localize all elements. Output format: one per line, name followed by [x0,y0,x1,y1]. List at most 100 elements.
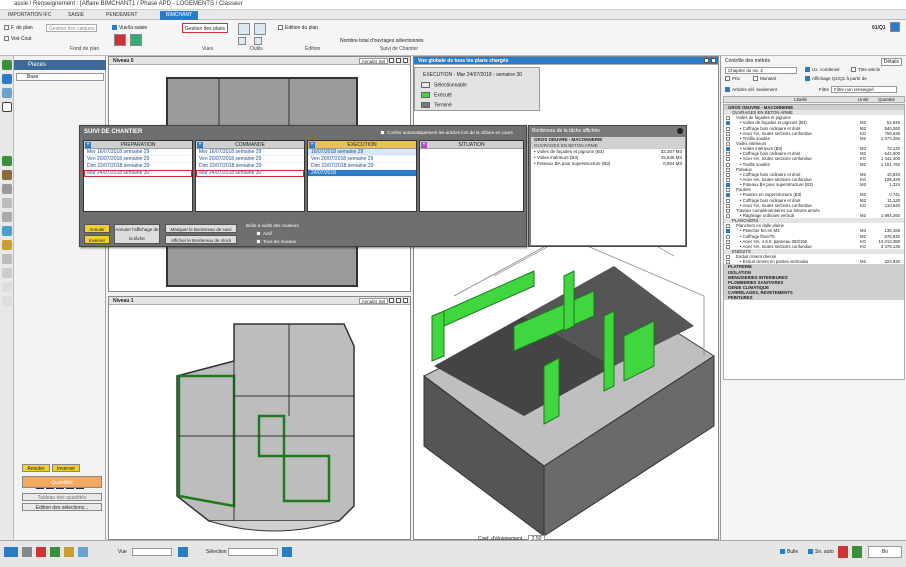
help-icon[interactable] [890,22,900,32]
maximize-icon[interactable] [396,58,401,63]
vue-saisie-checkbox[interactable]: Vue/la saisie [112,24,147,32]
close-icon[interactable] [677,128,683,134]
tab-pendement[interactable]: PENDEMENT [100,11,143,20]
close-icon[interactable] [403,298,408,303]
tableau-quantites-button[interactable]: Tableau des quantités [22,493,102,501]
titre-article-option[interactable]: Titre article [851,67,880,73]
articles-sel-option[interactable]: Articles sél. seulement [725,87,777,93]
montant-option[interactable]: Montant [753,76,776,82]
vue-combo[interactable] [132,548,172,556]
tool-2-icon[interactable] [2,74,12,84]
pdf-icon[interactable] [838,546,848,558]
suivi-annuler-button[interactable]: Annuler [84,224,110,233]
sn-auto-option[interactable]: Sn. auto [808,549,834,555]
annuler-sel-button[interactable]: Annuler Sel [358,298,388,304]
execution-row-selected[interactable]: 24/07/2018 [308,170,416,177]
tool-4-icon[interactable] [2,102,12,112]
affichage-option[interactable]: Affichage Q1/Q1 à partir de [805,76,867,82]
masquer-bordereau-button[interactable]: Masquer le Bordereau de suivi [165,224,237,233]
grid-tool-icon[interactable] [238,23,250,35]
afficher-bordereau-button[interactable]: Afficher le Bordereau de stock [165,235,237,244]
gestion-plans-button[interactable]: Gestion des plans [182,23,229,33]
status-tool-icon[interactable] [36,547,46,557]
cocher-auto-option[interactable]: Cocher automatiquement les articles lors… [380,130,513,136]
base-combo[interactable]: Base [16,73,104,81]
prix-option[interactable]: Prix [725,76,740,82]
annuler-button[interactable]: Annuler [22,464,50,472]
execution-row[interactable]: 16/07/2018 semaine 29 [308,149,416,156]
execution-row[interactable]: Dim 22/07/2018 semaine 29 [308,163,416,170]
edition-plan-button[interactable]: Edition du plan [278,24,318,32]
status-tool-icon[interactable] [22,547,32,557]
tool-13-icon[interactable] [2,268,12,278]
view-option-icon[interactable] [389,298,394,303]
red-tool-icon[interactable] [114,34,126,46]
tool-3-icon[interactable] [2,88,12,98]
status-tool-icon[interactable] [4,547,18,557]
tool-10-icon[interactable] [2,226,12,236]
maximize-icon[interactable] [704,58,709,63]
filtre-combo[interactable]: Filtre non renseigné [831,86,897,93]
actif-option[interactable]: Actif [256,231,272,237]
level-0-header: Niveau 0 Annuler Sel [109,57,410,65]
gestion-calques-button[interactable]: Gestion des calques [46,24,98,32]
add-icon[interactable]: + [85,142,91,148]
tool-14-icon[interactable] [2,282,12,292]
tool-5-icon[interactable] [2,156,12,166]
view-option-icon[interactable] [389,58,394,63]
annuler-affichage-button[interactable]: Annuler l'affichage de la tâche [114,224,160,244]
select-tool-icon[interactable] [238,37,246,45]
tool-8-icon[interactable] [2,198,12,208]
inverser-button[interactable]: Inverser [52,464,80,472]
voir-cout-checkbox[interactable]: Voir Cout [4,35,32,43]
tab-saisie[interactable]: SAISIE [62,11,90,20]
status-tool-icon[interactable] [64,547,74,557]
tool-7-icon[interactable] [2,184,12,194]
excel-icon[interactable] [852,546,862,558]
preparation-row[interactable]: Ven 20/07/2018 semaine 29 [84,156,192,163]
tab-bimchant[interactable]: BIMCHANT [160,11,199,20]
save-icon[interactable] [178,547,188,557]
add-icon[interactable]: + [421,142,427,148]
tool-6-icon[interactable] [2,170,12,180]
tool-15-icon[interactable] [2,296,12,306]
bulle-option[interactable]: Bulle [780,549,798,555]
status-tool-icon[interactable] [78,547,88,557]
quantites-button[interactable]: Quantités [22,476,102,488]
tool-1-icon[interactable] [2,60,12,70]
execution-row[interactable]: Ven 20/07/2018 semaine 29 [308,156,416,163]
details-button[interactable]: Détails [880,58,902,66]
green-tool-icon[interactable] [130,34,142,46]
suivi-inverser-button[interactable]: Inverser [84,235,110,244]
selection-combo[interactable] [228,548,278,556]
commande-row[interactable]: Ven 20/07/2018 semaine 29 [196,156,304,163]
fond-de-plan-checkbox[interactable]: F. de plan [4,24,33,32]
plan-view-level-1[interactable]: Niveau 1 Annuler Sel [108,296,411,540]
tree-row[interactable]: PEINTURES [724,295,904,301]
tool-9-icon[interactable] [2,212,12,222]
ux-condense-option[interactable]: Ux. condensé [805,67,840,73]
add-icon[interactable]: + [197,142,203,148]
chapitre-combo[interactable]: Chapitre de niv. 2 [725,67,797,74]
tool-11-icon[interactable] [2,240,12,250]
commande-row[interactable]: Mar 24/07/2018 semaine 30 [196,170,304,177]
preparation-row[interactable]: Dim 22/07/2018 semaine 29 [84,163,192,170]
status-tool-icon[interactable] [50,547,60,557]
edition-selections-button[interactable]: Edition des sélections... [22,503,102,511]
commande-row[interactable]: Mer 16/07/2018 semaine 29 [196,149,304,156]
frame-tool-icon[interactable] [254,37,262,45]
annuler-sel-button[interactable]: Annuler Sel [358,58,388,64]
save-icon[interactable] [282,547,292,557]
close-icon[interactable] [711,58,716,63]
add-icon[interactable]: + [309,142,315,148]
commande-row[interactable]: Dim 22/07/2018 semaine 29 [196,163,304,170]
close-icon[interactable] [403,58,408,63]
tous-niveaux-option[interactable]: Tous les niveaux [256,239,296,245]
tool-12-icon[interactable] [2,254,12,264]
preparation-row[interactable]: Mar 24/07/2018 semaine 30 [84,170,192,177]
maximize-icon[interactable] [396,298,401,303]
image-tool-icon[interactable] [254,23,266,35]
preparation-row[interactable]: Mer 16/07/2018 semaine 29 [84,149,192,156]
ok-button[interactable]: Bo [868,546,902,558]
tab-importation-ifc[interactable]: IMPORTATION IFC [2,11,57,20]
